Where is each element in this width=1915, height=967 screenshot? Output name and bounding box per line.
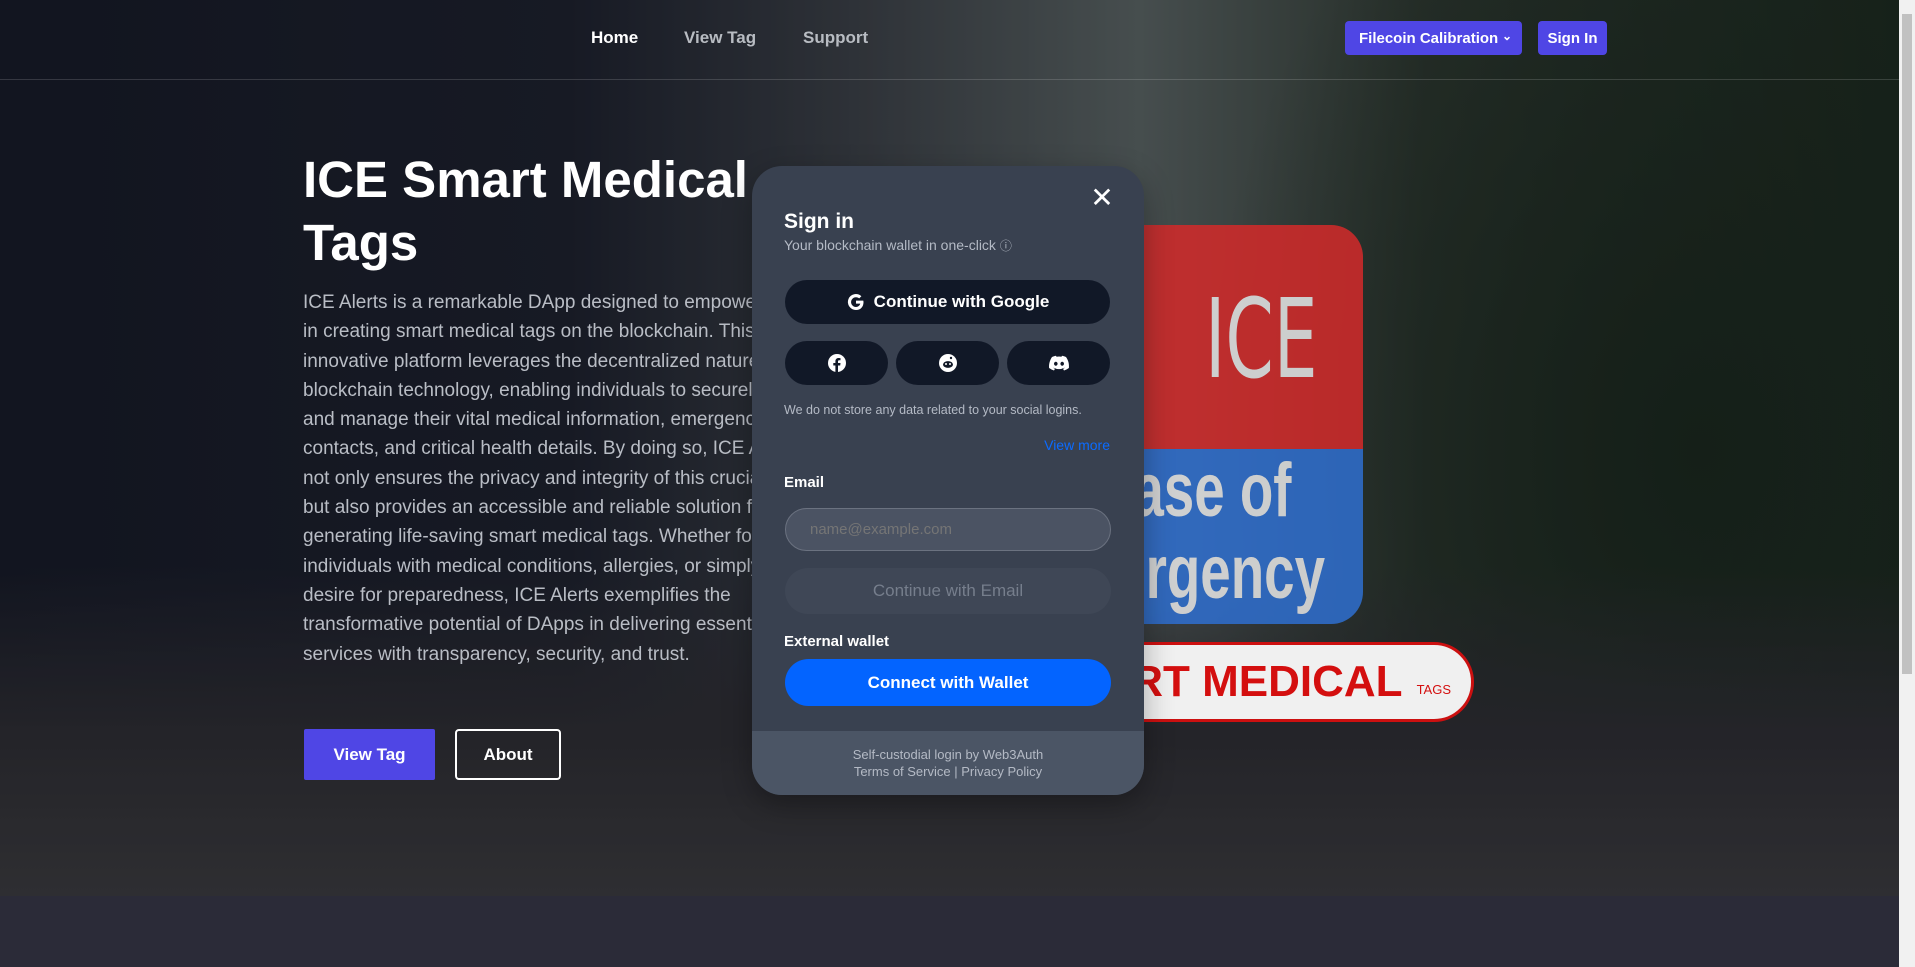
privacy-note: We do not store any data related to your… [784,403,1082,417]
connect-wallet-button[interactable]: Connect with Wallet [785,659,1111,706]
view-more-link[interactable]: View more [1044,437,1110,453]
discord-login-button[interactable] [1007,341,1110,385]
reddit-login-button[interactable] [896,341,999,385]
reddit-icon [938,354,957,372]
sign-in-button[interactable]: Sign In [1538,21,1607,55]
separator: | [954,764,958,779]
network-label: Filecoin Calibration [1359,29,1499,47]
terms-link[interactable]: Terms of Service [854,764,951,779]
page-title: ICE Smart Medical Tags [303,151,748,271]
discord-icon [1048,355,1069,371]
privacy-link[interactable]: Privacy Policy [961,764,1042,779]
sign-in-modal: ✕ Sign in Your blockchain wallet in one-… [752,166,1144,795]
nav-view-tag[interactable]: View Tag [684,28,756,48]
network-select[interactable]: Filecoin Calibration ⌄ [1345,21,1522,55]
external-wallet-label: External wallet [784,633,890,650]
chevron-down-icon: ⌄ [1501,29,1512,43]
page-bottom [0,896,1899,967]
modal-title: Sign in [784,210,854,233]
email-label: Email [784,474,825,491]
google-icon [847,294,864,311]
nav-home[interactable]: Home [591,28,638,48]
close-icon[interactable]: ✕ [1090,184,1114,212]
scrollbar-thumb[interactable] [1902,14,1912,674]
web3auth-credit: Self-custodial login by Web3Auth [852,747,1044,762]
banner-small-text: TAGS [1416,681,1451,697]
hero-description: ICE Alerts is a remarkable DApp designed… [303,292,815,665]
page-scrollbar[interactable] [1899,0,1915,967]
nav-support[interactable]: Support [803,28,868,48]
continue-email-button[interactable]: Continue with Email [785,568,1111,614]
modal-subtitle: Your blockchain wallet in one-click ⓘ [784,237,1012,254]
view-tag-button[interactable]: View Tag [304,729,435,780]
about-button[interactable]: About [455,729,561,780]
email-input[interactable] [785,508,1111,551]
modal-footer: Self-custodial login by Web3Auth Terms o… [752,731,1144,795]
continue-google-button[interactable]: Continue with Google [785,280,1110,324]
logo-ice-text: ICE [1205,275,1318,403]
google-label: Continue with Google [873,292,1050,311]
info-icon[interactable]: ⓘ [1000,239,1012,253]
nav-divider [0,79,1899,80]
facebook-icon [827,354,846,372]
facebook-login-button[interactable] [785,341,888,385]
subtitle-text: Your blockchain wallet in one-click [784,237,996,253]
